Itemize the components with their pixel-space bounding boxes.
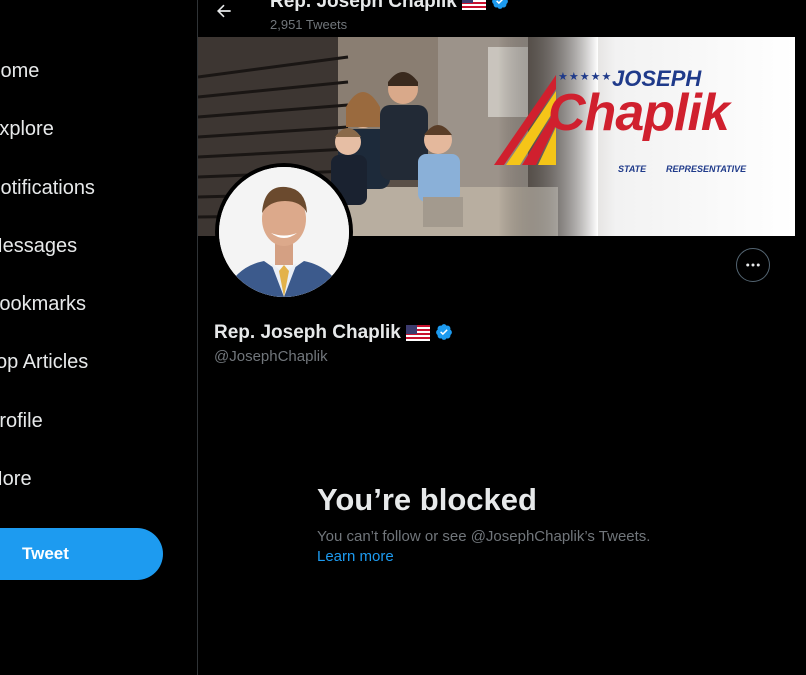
more-horizontal-icon xyxy=(746,263,760,267)
more-options-button[interactable] xyxy=(736,248,770,282)
sidebar-item-bookmarks[interactable]: Bookmarks xyxy=(0,284,86,324)
sidebar-item-notifications[interactable]: Notifications xyxy=(0,168,95,208)
campaign-logo: ★★★★★ JOSEPH Chaplik STATE REPRESENTATIV… xyxy=(494,66,774,177)
profile-display-name: Rep. Joseph Chaplik xyxy=(214,322,453,344)
blocked-title: You’re blocked xyxy=(317,482,537,517)
logo-state: STATE xyxy=(618,164,647,174)
sidebar-item-home[interactable]: Home xyxy=(0,51,39,91)
profile-column: Rep. Joseph Chaplik 2,951 Tweets ★★★★★ J… xyxy=(198,0,806,675)
avatar-photo xyxy=(219,167,349,297)
verified-badge-icon[interactable] xyxy=(435,323,453,341)
verified-badge-icon xyxy=(492,0,508,9)
profile-avatar[interactable] xyxy=(215,163,353,301)
tweet-button[interactable]: Tweet xyxy=(0,528,163,580)
tweet-count: 2,951 Tweets xyxy=(270,17,348,32)
header-name-text: Rep. Joseph Chaplik xyxy=(270,0,457,12)
display-name-text: Rep. Joseph Chaplik xyxy=(214,322,401,343)
sidebar-item-messages[interactable]: Messages xyxy=(0,226,77,266)
blocked-message: You can’t follow or see @JosephChaplik’s… xyxy=(317,528,651,545)
logo-representative: REPRESENTATIVE xyxy=(666,164,747,174)
logo-stars: ★★★★★ xyxy=(558,71,613,83)
sidebar-item-explore[interactable]: Explore xyxy=(0,109,54,149)
sidebar-nav: Home Explore Notifications Messages Book… xyxy=(0,0,197,675)
us-flag-icon xyxy=(461,0,486,10)
sidebar-item-more[interactable]: More xyxy=(0,459,32,499)
learn-more-link[interactable]: Learn more xyxy=(317,548,394,565)
avatar-portrait xyxy=(219,167,349,297)
sidebar-item-profile[interactable]: Profile xyxy=(0,401,43,441)
profile-header-bar: Rep. Joseph Chaplik 2,951 Tweets xyxy=(198,0,806,37)
logo-last-name: Chaplik xyxy=(548,84,730,142)
header-display-name: Rep. Joseph Chaplik xyxy=(270,0,509,13)
logo-sunburst-icon xyxy=(494,75,556,165)
profile-handle: @JosephChaplik xyxy=(214,348,328,365)
back-arrow-icon[interactable] xyxy=(214,1,234,21)
us-flag-icon xyxy=(405,325,430,341)
sidebar-item-top-articles[interactable]: Top Articles xyxy=(0,342,88,382)
